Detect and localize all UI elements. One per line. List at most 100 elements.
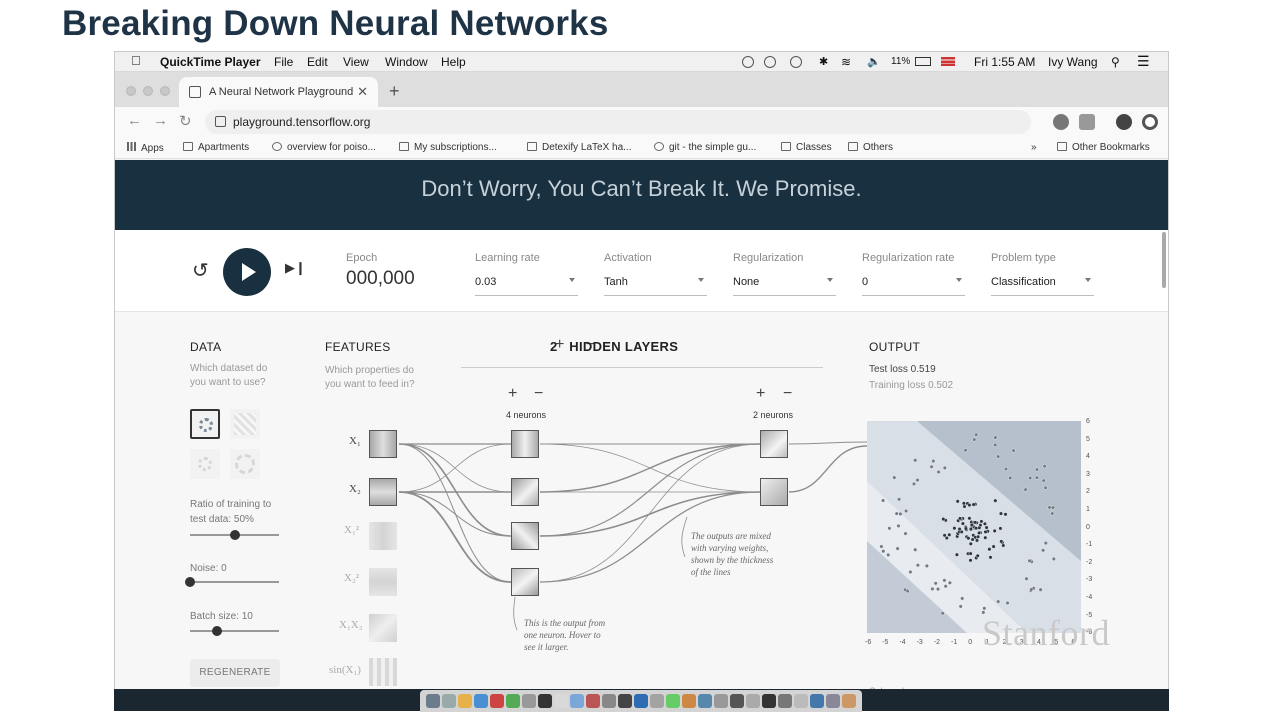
learning-rate-select[interactable]: 0.03	[475, 274, 578, 296]
dock-app-icon[interactable]	[570, 694, 584, 708]
layers-extension-icon[interactable]	[1079, 114, 1095, 130]
data-point	[968, 558, 973, 563]
data-point	[971, 502, 976, 507]
dock-app-icon[interactable]	[842, 694, 856, 708]
bookmarks-overflow-icon[interactable]: »	[1031, 142, 1037, 153]
neuron[interactable]	[760, 430, 788, 458]
page-scrollbar[interactable]	[1162, 232, 1166, 288]
bookmark-subscriptions[interactable]: My subscriptions...	[399, 142, 497, 153]
bluetooth-icon[interactable]: ✱	[819, 55, 828, 68]
data-point	[963, 448, 968, 453]
regularization-select[interactable]: None	[733, 274, 836, 296]
dock-app-icon[interactable]	[778, 694, 792, 708]
dock-app-icon[interactable]	[618, 694, 632, 708]
dock-app-icon[interactable]	[442, 694, 456, 708]
dock-app-icon[interactable]	[458, 694, 472, 708]
neuron[interactable]	[511, 430, 539, 458]
add-neuron-layer1-button[interactable]: +	[508, 385, 517, 403]
dock-app-icon[interactable]	[554, 694, 568, 708]
menu-app-name[interactable]: QuickTime Player	[160, 55, 261, 69]
remove-neuron-layer1-button[interactable]: −	[534, 385, 543, 403]
dock-app-icon[interactable]	[650, 694, 664, 708]
new-tab-button[interactable]: +	[389, 81, 400, 102]
address-url[interactable]: playground.tensorflow.org	[233, 115, 370, 129]
dock-app-icon[interactable]	[474, 694, 488, 708]
dock-app-icon[interactable]	[634, 694, 648, 708]
dock-app-icon[interactable]	[682, 694, 696, 708]
dock-app-icon[interactable]	[538, 694, 552, 708]
forward-icon[interactable]: →	[153, 112, 168, 129]
battery-icon[interactable]	[915, 57, 931, 66]
tab-close-icon[interactable]: ✕	[357, 84, 368, 100]
step-icon[interactable]: ▶❙	[285, 260, 306, 276]
bookmark-apps[interactable]: Apps	[127, 142, 164, 154]
problem-type-select[interactable]: Classification	[991, 274, 1094, 296]
extension-icon[interactable]	[1053, 114, 1069, 130]
time-machine-icon[interactable]	[790, 56, 802, 68]
menu-file[interactable]: File	[274, 55, 293, 69]
data-point	[954, 552, 959, 557]
spotlight-search-icon[interactable]: ⚲	[1111, 55, 1120, 69]
record-icon[interactable]	[742, 56, 754, 68]
address-bar[interactable]: playground.tensorflow.org	[205, 110, 1031, 134]
dock-app-icon[interactable]	[730, 694, 744, 708]
menu-user[interactable]: Ivy Wang	[1048, 55, 1098, 69]
input-flag-icon[interactable]	[941, 57, 955, 66]
back-icon[interactable]: ←	[127, 112, 142, 129]
close-window-button[interactable]	[126, 86, 136, 96]
dock-app-icon[interactable]	[794, 694, 808, 708]
remove-neuron-layer2-button[interactable]: −	[783, 385, 792, 403]
output-plot[interactable]	[867, 421, 1081, 633]
menu-help[interactable]: Help	[441, 55, 466, 69]
reload-icon[interactable]: ↻	[179, 112, 192, 130]
profile-avatar[interactable]	[1116, 114, 1132, 130]
learning-rate-label: Learning rate	[475, 252, 540, 264]
notification-list-icon[interactable]: ☰	[1137, 53, 1150, 70]
neuron[interactable]	[511, 568, 539, 596]
activation-select[interactable]: Tanh	[604, 274, 707, 296]
add-neuron-layer2-button[interactable]: +	[756, 385, 765, 403]
dock-app-icon[interactable]	[506, 694, 520, 708]
minimize-window-button[interactable]	[143, 86, 153, 96]
dock-app-icon[interactable]	[586, 694, 600, 708]
bookmark-other-bookmarks[interactable]: Other Bookmarks	[1057, 142, 1150, 153]
browser-tab[interactable]: A Neural Network Playground ✕	[179, 77, 378, 107]
neuron[interactable]	[511, 478, 539, 506]
chrome-menu-icon[interactable]	[1142, 114, 1158, 130]
menu-window[interactable]: Window	[385, 55, 428, 69]
bookmark-classes[interactable]: Classes	[781, 142, 832, 153]
wifi-icon[interactable]: ≋	[841, 55, 851, 69]
bookmark-others[interactable]: Others	[848, 142, 893, 153]
grammarly-icon[interactable]	[764, 56, 776, 68]
dock-app-icon[interactable]	[698, 694, 712, 708]
dock-app-icon[interactable]	[826, 694, 840, 708]
apple-icon[interactable]: 	[131, 53, 141, 68]
dock-app-icon[interactable]	[490, 694, 504, 708]
y-tick-label: -2	[1086, 558, 1093, 566]
dock-app-icon[interactable]	[810, 694, 824, 708]
play-button[interactable]	[223, 248, 271, 296]
bookmark-git[interactable]: git - the simple gu...	[654, 142, 756, 153]
dock-app-icon[interactable]	[602, 694, 616, 708]
neuron[interactable]	[760, 478, 788, 506]
site-info-icon[interactable]	[215, 116, 226, 127]
reset-icon[interactable]: ↺	[192, 258, 209, 283]
dock-app-icon[interactable]	[666, 694, 680, 708]
data-point	[1003, 512, 1008, 517]
dock-app-icon[interactable]	[714, 694, 728, 708]
regularization-rate-select[interactable]: 0	[862, 274, 965, 296]
bookmark-overview[interactable]: overview for poiso...	[272, 142, 376, 153]
dock-app-icon[interactable]	[762, 694, 776, 708]
dock-app-icon[interactable]	[522, 694, 536, 708]
bookmark-apartments[interactable]: Apartments	[183, 142, 249, 153]
menu-edit[interactable]: Edit	[307, 55, 328, 69]
bookmark-detexify[interactable]: Detexify LaTeX ha...	[527, 142, 632, 153]
dock-app-icon[interactable]	[426, 694, 440, 708]
neuron[interactable]	[511, 522, 539, 550]
dock-app-icon[interactable]	[746, 694, 760, 708]
menu-clock[interactable]: Fri 1:55 AM	[974, 55, 1035, 69]
menu-view[interactable]: View	[343, 55, 369, 69]
zoom-window-button[interactable]	[160, 86, 170, 96]
volume-icon[interactable]: 🔈	[867, 55, 881, 68]
regularization-label: Regularization	[733, 252, 804, 264]
